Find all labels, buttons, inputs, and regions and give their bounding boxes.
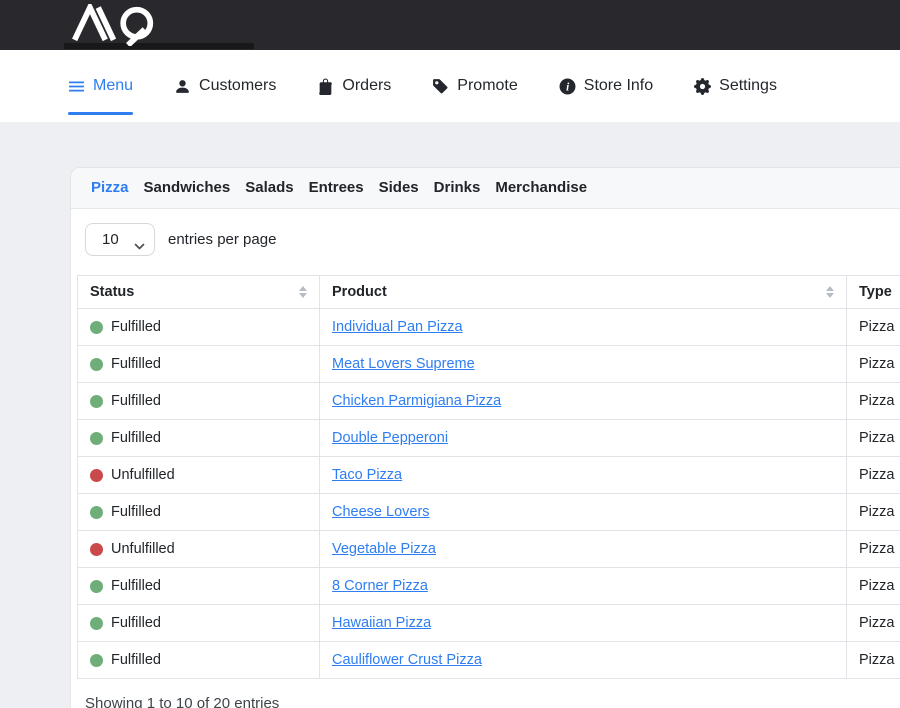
type-cell: Pizza bbox=[847, 457, 900, 494]
type-cell: Pizza bbox=[847, 642, 900, 679]
type-cell: Pizza bbox=[847, 568, 900, 605]
product-cell: Individual Pan Pizza bbox=[320, 309, 847, 346]
type-cell: Pizza bbox=[847, 494, 900, 531]
product-link[interactable]: Vegetable Pizza bbox=[332, 541, 436, 557]
entries-summary: Showing 1 to 10 of 20 entries bbox=[85, 695, 900, 708]
status-dot-icon bbox=[90, 358, 103, 371]
table-row: Fulfilled 8 Corner Pizza Pizza bbox=[78, 568, 900, 605]
status-cell: Fulfilled bbox=[78, 420, 320, 457]
column-header-type[interactable]: Type bbox=[847, 276, 900, 309]
status-dot-icon bbox=[90, 580, 103, 593]
status-dot-icon bbox=[90, 506, 103, 519]
product-cell: Cheese Lovers bbox=[320, 494, 847, 531]
sort-icon bbox=[826, 286, 834, 298]
status-cell: Fulfilled bbox=[78, 309, 320, 346]
product-cell: 8 Corner Pizza bbox=[320, 568, 847, 605]
table-row: Fulfilled Double Pepperoni Pizza bbox=[78, 420, 900, 457]
primary-nav: Menu Customers Orders Promote i Store In… bbox=[0, 50, 900, 122]
product-link[interactable]: Hawaiian Pizza bbox=[332, 615, 431, 631]
aiq-logo[interactable] bbox=[64, 4, 164, 51]
nav-item-promote[interactable]: Promote bbox=[432, 50, 517, 122]
product-cell: Hawaiian Pizza bbox=[320, 605, 847, 642]
product-cell: Taco Pizza bbox=[320, 457, 847, 494]
column-header-status[interactable]: Status bbox=[78, 276, 320, 309]
tab-entrees[interactable]: Entrees bbox=[309, 178, 364, 198]
tab-salads[interactable]: Salads bbox=[245, 178, 293, 198]
status-cell: Fulfilled bbox=[78, 605, 320, 642]
table-row: Fulfilled Cheese Lovers Pizza bbox=[78, 494, 900, 531]
type-cell: Pizza bbox=[847, 383, 900, 420]
status-dot-icon bbox=[90, 617, 103, 630]
table-row: Fulfilled Cauliflower Crust Pizza Pizza bbox=[78, 642, 900, 679]
status-dot-icon bbox=[90, 395, 103, 408]
top-bar bbox=[0, 0, 900, 50]
tag-icon bbox=[432, 78, 449, 95]
menu-card: Pizza Sandwiches Salads Entrees Sides Drinks M… bbox=[70, 167, 900, 708]
column-header-product[interactable]: Product bbox=[320, 276, 847, 309]
status-cell: Fulfilled bbox=[78, 568, 320, 605]
type-cell: Pizza bbox=[847, 309, 900, 346]
entries-per-page-label: entries per page bbox=[168, 231, 276, 248]
product-cell: Vegetable Pizza bbox=[320, 531, 847, 568]
entries-per-page-control: 10 entries per page bbox=[85, 223, 900, 256]
status-cell: Fulfilled bbox=[78, 494, 320, 531]
table-header-row: Status Product Type bbox=[78, 276, 900, 309]
status-cell: Unfulfilled bbox=[78, 457, 320, 494]
info-icon: i bbox=[559, 78, 576, 95]
table-body: Fulfilled Individual Pan Pizza Pizza bbox=[78, 309, 900, 679]
product-link[interactable]: Cheese Lovers bbox=[332, 504, 430, 520]
nav-item-menu[interactable]: Menu bbox=[68, 50, 133, 122]
product-link[interactable]: 8 Corner Pizza bbox=[332, 578, 428, 594]
product-link[interactable]: Individual Pan Pizza bbox=[332, 319, 463, 335]
table-row: Fulfilled Hawaiian Pizza Pizza bbox=[78, 605, 900, 642]
entries-per-page-select[interactable]: 10 bbox=[85, 223, 155, 256]
nav-item-customers[interactable]: Customers bbox=[174, 50, 276, 122]
tab-drinks[interactable]: Drinks bbox=[434, 178, 481, 198]
tab-pizza[interactable]: Pizza bbox=[91, 178, 129, 198]
status-cell: Unfulfilled bbox=[78, 531, 320, 568]
sort-icon bbox=[299, 286, 307, 298]
status-cell: Fulfilled bbox=[78, 642, 320, 679]
status-cell: Fulfilled bbox=[78, 383, 320, 420]
page-content: Pizza Sandwiches Salads Entrees Sides Drinks M… bbox=[0, 122, 900, 708]
product-link[interactable]: Taco Pizza bbox=[332, 467, 402, 483]
gear-icon bbox=[694, 78, 711, 95]
table-row: Unfulfilled Taco Pizza Pizza bbox=[78, 457, 900, 494]
table-row: Unfulfilled Vegetable Pizza Pizza bbox=[78, 531, 900, 568]
tab-sides[interactable]: Sides bbox=[379, 178, 419, 198]
status-cell: Fulfilled bbox=[78, 346, 320, 383]
person-icon bbox=[174, 78, 191, 95]
table-row: Fulfilled Individual Pan Pizza Pizza bbox=[78, 309, 900, 346]
type-cell: Pizza bbox=[847, 605, 900, 642]
type-cell: Pizza bbox=[847, 346, 900, 383]
product-link[interactable]: Chicken Parmigiana Pizza bbox=[332, 393, 501, 409]
type-cell: Pizza bbox=[847, 420, 900, 457]
hamburger-icon bbox=[68, 78, 85, 95]
type-cell: Pizza bbox=[847, 531, 900, 568]
nav-item-settings[interactable]: Settings bbox=[694, 50, 777, 122]
table-row: Fulfilled Chicken Parmigiana Pizza Pizza bbox=[78, 383, 900, 420]
category-tabs: Pizza Sandwiches Salads Entrees Sides Drinks M… bbox=[71, 168, 900, 209]
product-link[interactable]: Meat Lovers Supreme bbox=[332, 356, 475, 372]
product-link[interactable]: Double Pepperoni bbox=[332, 430, 448, 446]
status-dot-icon bbox=[90, 321, 103, 334]
status-dot-icon bbox=[90, 432, 103, 445]
tab-merchandise[interactable]: Merchandise bbox=[495, 178, 587, 198]
product-link[interactable]: Cauliflower Crust Pizza bbox=[332, 652, 482, 668]
tab-sandwiches[interactable]: Sandwiches bbox=[144, 178, 231, 198]
status-dot-icon bbox=[90, 543, 103, 556]
products-table: Status Product Type bbox=[77, 275, 900, 679]
product-cell: Meat Lovers Supreme bbox=[320, 346, 847, 383]
status-dot-icon bbox=[90, 654, 103, 667]
card-body: 10 entries per page bbox=[71, 209, 900, 708]
status-dot-icon bbox=[90, 469, 103, 482]
table-row: Fulfilled Meat Lovers Supreme Pizza bbox=[78, 346, 900, 383]
bag-icon bbox=[317, 78, 334, 95]
nav-item-orders[interactable]: Orders bbox=[317, 50, 391, 122]
nav-item-store-info[interactable]: i Store Info bbox=[559, 50, 653, 122]
product-cell: Double Pepperoni bbox=[320, 420, 847, 457]
product-cell: Cauliflower Crust Pizza bbox=[320, 642, 847, 679]
product-cell: Chicken Parmigiana Pizza bbox=[320, 383, 847, 420]
